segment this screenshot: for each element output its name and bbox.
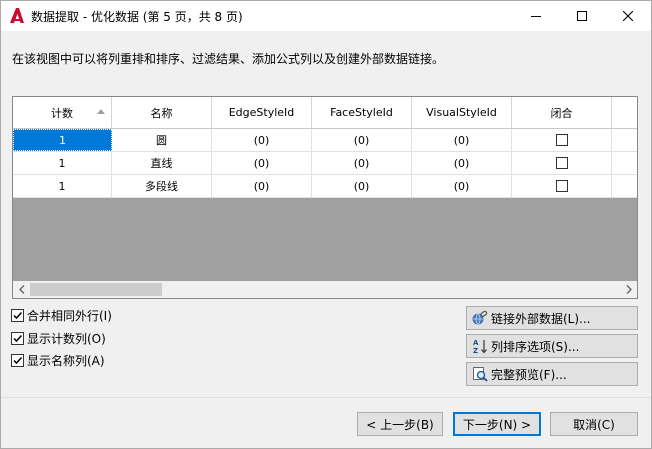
closed-checkbox[interactable] — [555, 157, 568, 169]
close-button[interactable] — [605, 1, 651, 31]
full-preview-label: 完整预览(F)... — [491, 367, 567, 382]
cell-visualstyleid[interactable]: (0) — [412, 152, 512, 174]
column-header-facestyleid[interactable]: FaceStyleId — [312, 97, 412, 128]
cell-facestyleid[interactable]: (0) — [312, 129, 412, 151]
cell-facestyleid[interactable]: (0) — [312, 175, 412, 197]
cell-closed — [512, 175, 612, 197]
chevron-left-icon — [18, 285, 24, 294]
minimize-icon — [531, 16, 541, 17]
closed-checkbox[interactable] — [555, 134, 568, 146]
page-description: 在该视图中可以将列重排和排序、过滤结果、添加公式列以及创建外部数据链接。 — [12, 52, 445, 66]
back-button[interactable]: < 上一步(B) — [357, 412, 443, 436]
horizontal-scrollbar[interactable] — [13, 281, 637, 298]
table-row[interactable]: 1 多段线 (0) (0) (0) — [13, 175, 637, 198]
sort-options-button[interactable]: A Z 列排序选项(S)... — [466, 334, 638, 358]
dialog-window: 数据提取 - 优化数据 (第 5 页，共 8 页) 在该视图中可以将列重排和排序… — [0, 0, 652, 449]
scroll-left-button[interactable] — [13, 281, 30, 298]
scroll-right-button[interactable] — [620, 281, 637, 298]
sort-options-label: 列排序选项(S)... — [491, 339, 580, 354]
cell-count[interactable]: 1 — [13, 129, 112, 151]
cell-count[interactable]: 1 — [13, 152, 112, 174]
cell-name[interactable]: 圆 — [112, 129, 212, 151]
column-header-closed[interactable]: 闭合 — [512, 97, 612, 128]
column-header-count[interactable]: 计数 — [13, 97, 112, 128]
chevron-right-icon — [626, 285, 632, 294]
title-bar: 数据提取 - 优化数据 (第 5 页，共 8 页) — [1, 1, 651, 31]
show-count-option[interactable]: 显示计数列(O) — [11, 330, 106, 346]
cell-edgestyleid[interactable]: (0) — [212, 175, 312, 197]
checkmark-icon — [13, 356, 23, 364]
sort-az-icon: A Z — [472, 338, 488, 354]
maximize-icon — [577, 11, 587, 21]
sort-ascending-icon — [97, 109, 105, 114]
table-row[interactable]: 1 圆 (0) (0) (0) — [13, 129, 637, 152]
cell-closed — [512, 129, 612, 151]
show-name-option[interactable]: 显示名称列(A) — [11, 352, 105, 368]
checkmark-icon — [13, 334, 23, 342]
merge-rows-checkbox[interactable] — [11, 308, 24, 322]
cell-name[interactable]: 直线 — [112, 152, 212, 174]
grid-header: 计数 名称 EdgeStyleId FaceStyleId VisualStyl… — [13, 97, 637, 129]
show-name-checkbox[interactable] — [11, 353, 24, 367]
column-header-edgestyleid[interactable]: EdgeStyleId — [212, 97, 312, 128]
show-name-label: 显示名称列(A) — [27, 353, 105, 368]
svg-text:Z: Z — [473, 347, 478, 354]
checkmark-icon — [13, 311, 23, 319]
cell-edgestyleid[interactable]: (0) — [212, 129, 312, 151]
show-count-checkbox[interactable] — [11, 331, 24, 345]
full-preview-button[interactable]: 完整预览(F)... — [466, 362, 638, 386]
data-grid[interactable]: 计数 名称 EdgeStyleId FaceStyleId VisualStyl… — [12, 96, 638, 299]
next-button-label: 下一步(N) > — [462, 417, 532, 432]
link-icon — [472, 310, 488, 326]
back-button-label: < 上一步(B) — [366, 417, 434, 432]
cell-name[interactable]: 多段线 — [112, 175, 212, 197]
merge-rows-label: 合并相同外行(I) — [27, 308, 112, 323]
column-header-visualstyleid[interactable]: VisualStyleId — [412, 97, 512, 128]
link-external-data-label: 链接外部数据(L)... — [491, 311, 591, 326]
preview-magnifier-icon — [472, 366, 488, 382]
close-icon — [623, 11, 633, 21]
next-button[interactable]: 下一步(N) > — [453, 412, 541, 436]
minimize-button[interactable] — [513, 1, 559, 31]
footer-divider — [1, 397, 651, 398]
scrollbar-thumb[interactable] — [30, 283, 162, 296]
cell-count[interactable]: 1 — [13, 175, 112, 197]
autocad-app-icon — [10, 8, 24, 23]
column-header-name[interactable]: 名称 — [112, 97, 212, 128]
link-external-data-button[interactable]: 链接外部数据(L)... — [466, 306, 638, 330]
merge-rows-option[interactable]: 合并相同外行(I) — [11, 307, 112, 323]
cancel-button-label: 取消(C) — [573, 417, 615, 432]
window-title: 数据提取 - 优化数据 (第 5 页，共 8 页) — [31, 10, 243, 24]
cell-edgestyleid[interactable]: (0) — [212, 152, 312, 174]
cell-visualstyleid[interactable]: (0) — [412, 175, 512, 197]
cell-facestyleid[interactable]: (0) — [312, 152, 412, 174]
maximize-button[interactable] — [559, 1, 605, 31]
svg-text:A: A — [473, 339, 479, 347]
closed-checkbox[interactable] — [555, 180, 568, 192]
cancel-button[interactable]: 取消(C) — [550, 412, 638, 436]
show-count-label: 显示计数列(O) — [27, 331, 106, 346]
table-row[interactable]: 1 直线 (0) (0) (0) — [13, 152, 637, 175]
cell-closed — [512, 152, 612, 174]
cell-visualstyleid[interactable]: (0) — [412, 129, 512, 151]
